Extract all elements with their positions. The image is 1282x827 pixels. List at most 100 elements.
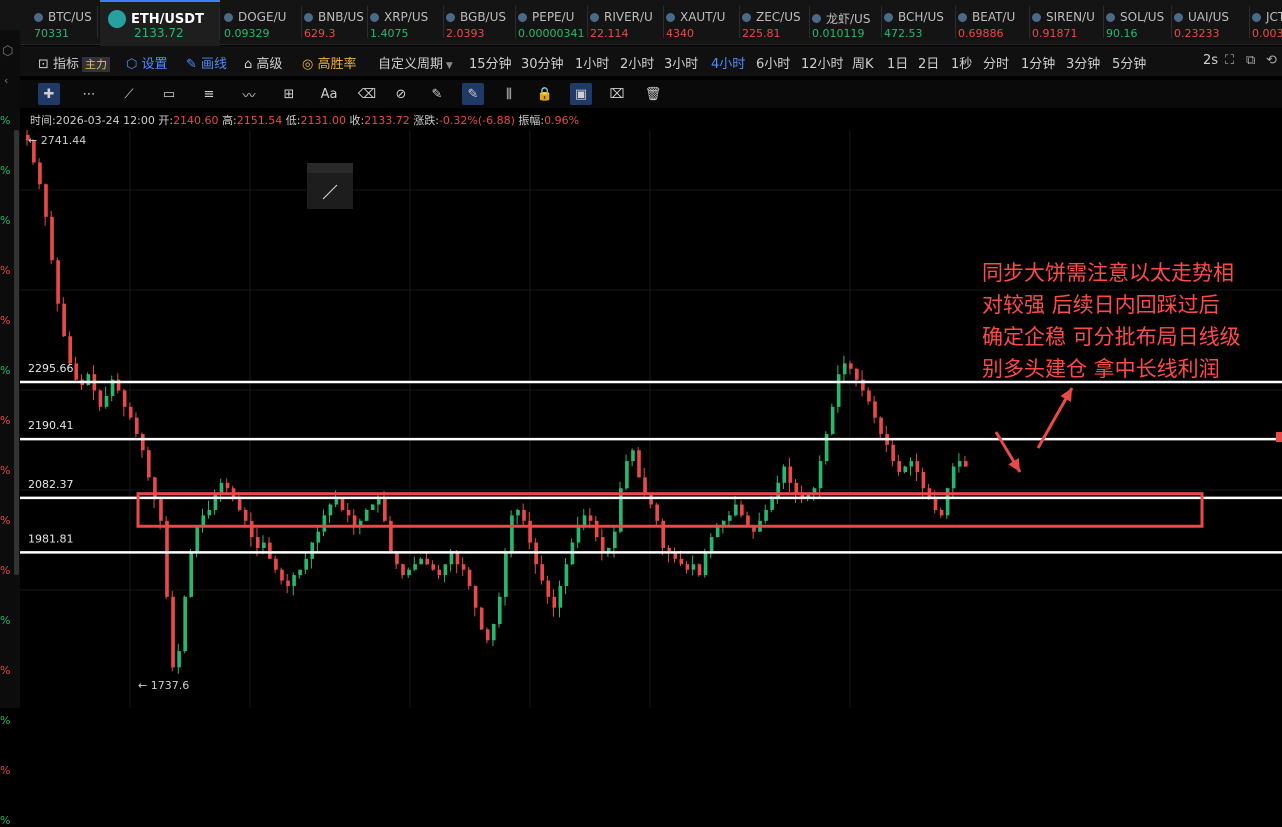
candle-body	[933, 499, 938, 510]
ticker-item[interactable]: SOL/US 90.16	[1106, 0, 1172, 44]
reset-icon[interactable]: ⟲	[1266, 53, 1277, 68]
magnet-icon[interactable]: ⊘	[390, 83, 412, 105]
ticker-item[interactable]: RIVER/U 22.114	[590, 0, 664, 44]
period-tab[interactable]: 1日	[887, 53, 908, 72]
fib-icon[interactable]: ≡	[198, 83, 220, 105]
rectangle-icon[interactable]: ▭	[158, 83, 180, 105]
trash-icon[interactable]: 🗑	[642, 83, 664, 105]
ticker-item[interactable]: XAUT/U 4340	[666, 0, 740, 44]
ticker-item[interactable]: BNB/US 629.3	[304, 0, 368, 44]
ticker-item[interactable]: ZEC/US 225.81	[742, 0, 810, 44]
ticker-symbol: ZEC/US	[756, 10, 801, 24]
period-tab[interactable]: 5分钟	[1112, 53, 1146, 72]
candle-body	[449, 553, 454, 565]
ticker-symbol: XAUT/U	[680, 10, 726, 24]
layers-icon[interactable]: 🔒	[534, 83, 556, 105]
period-tab[interactable]: 分时	[983, 53, 1009, 72]
chevron-left-icon[interactable]: ‹	[4, 74, 8, 87]
ohlc-low: 2131.00	[300, 114, 347, 127]
settings-button[interactable]: ⬡ 设置	[126, 53, 168, 72]
candle-body	[794, 482, 799, 494]
sidebar-scrollbar[interactable]	[14, 130, 19, 575]
coin-icon	[958, 12, 967, 22]
period-tab[interactable]: 1秒	[951, 53, 972, 72]
ticker-item[interactable]: 龙虾/US 0.010119	[812, 0, 882, 44]
price-edge-marker	[1276, 432, 1282, 442]
candle-body	[594, 520, 599, 538]
period-tab[interactable]: 2小时	[620, 53, 654, 72]
fullscreen-icon[interactable]: ⛶	[1225, 53, 1234, 68]
period-tab[interactable]: 周K	[852, 53, 874, 72]
ticker-price: 0.23233	[1174, 27, 1220, 40]
visibility-icon[interactable]: ✎	[462, 83, 484, 105]
ticker-item[interactable]: SIREN/U 0.91871	[1032, 0, 1104, 44]
ticker-item[interactable]: UAI/US 0.23233	[1174, 0, 1250, 44]
candle-body	[510, 515, 514, 554]
period-tab[interactable]: 12小时	[801, 53, 844, 72]
candle-body	[310, 542, 315, 559]
candle-body	[225, 482, 230, 489]
candle-body	[413, 564, 417, 570]
period-tab[interactable]: 6小时	[756, 53, 790, 72]
edit-icon[interactable]: ▣	[570, 83, 592, 105]
candle-body	[286, 580, 290, 586]
lock-icon[interactable]: ⫼	[498, 83, 520, 105]
ticker-symbol: BTC/US	[48, 10, 92, 24]
wave-icon[interactable]: 〰	[238, 83, 260, 105]
candle-body	[915, 461, 920, 472]
period-tab[interactable]: 15分钟	[469, 53, 512, 72]
text-icon[interactable]: Aa	[318, 83, 340, 105]
ticker-item[interactable]: BTC/US 70331	[34, 0, 98, 44]
watchlist-sidebar: ⬡ ‹ %%%%%%%%%%%%%%%	[0, 30, 20, 827]
period-tab[interactable]: 1小时	[575, 53, 609, 72]
ticker-item[interactable]: BCH/US 472.53	[884, 0, 956, 44]
ruler-icon[interactable]: ⋯	[78, 83, 100, 105]
period-tab[interactable]: 1分钟	[1021, 53, 1055, 72]
period-tab[interactable]: 4小时	[711, 53, 745, 72]
delete-icon[interactable]: ⌧	[606, 83, 628, 105]
pencil-icon[interactable]: ✎	[426, 83, 448, 105]
draw-button[interactable]: ✎ 画线	[186, 53, 227, 72]
ohlc-change: -0.32%(-6.88)	[438, 114, 515, 127]
indicator-button[interactable]: ⊡ 指标 主力	[38, 53, 111, 72]
coin-icon	[666, 12, 675, 22]
candle-body	[189, 553, 194, 597]
refresh-interval[interactable]: 2s	[1203, 53, 1218, 68]
change-percent: %	[0, 414, 11, 427]
ticker-symbol: UAI/US	[1188, 10, 1229, 24]
ticker-item[interactable]: BEAT/U 0.69886	[958, 0, 1030, 44]
change-percent: %	[0, 714, 11, 727]
trendline-icon[interactable]: ⟋	[118, 83, 140, 105]
collapse-icon[interactable]: ⬡	[2, 44, 13, 59]
eraser-icon[interactable]: ⌫	[356, 83, 378, 105]
ohlc-close: 2133.72	[364, 114, 410, 127]
period-tab[interactable]: 3分钟	[1066, 53, 1100, 72]
candle-body	[558, 585, 563, 608]
measure-icon[interactable]: ⊞	[278, 83, 300, 105]
candle-body	[461, 564, 466, 570]
advanced-button[interactable]: ⌂ 高级	[244, 53, 282, 72]
candle-body	[383, 499, 387, 521]
candle-body	[498, 596, 502, 624]
period-tab[interactable]: 2日	[918, 53, 939, 72]
floating-draw-widget[interactable]	[307, 163, 353, 209]
ticker-item[interactable]: BGB/US 2.0393	[446, 0, 516, 44]
annotation-line: 同步大饼需注意以太走势相	[982, 261, 1234, 285]
ticker-item[interactable]: JCT 0.00349	[1252, 0, 1282, 44]
ticker-item[interactable]: ETH/USDT 2133.72	[100, 0, 220, 46]
custom-period-dropdown[interactable]: 自定义周期 ▼	[378, 53, 453, 72]
ticker-item[interactable]: PEPE/U 0.00000341	[518, 0, 588, 44]
candle-body	[243, 509, 248, 521]
ticker-item[interactable]: XRP/US 1.4075	[370, 0, 444, 44]
ticker-item[interactable]: DOGE/U 0.09329	[224, 0, 302, 44]
win-rate-button[interactable]: ◎ 高胜率	[302, 53, 357, 72]
candlestick-chart[interactable]: 2295.66 2190.41 2082.37 1981.81 ← 2741.44 ← 1…	[20, 130, 1282, 708]
candle-body	[479, 607, 484, 630]
period-tab[interactable]: 3小时	[664, 53, 698, 72]
candle-body	[255, 537, 260, 548]
period-tab[interactable]: 30分钟	[521, 53, 564, 72]
change-percent: %	[0, 214, 11, 227]
candle-body	[818, 461, 823, 489]
detach-icon[interactable]: ⧉	[1246, 53, 1255, 68]
crosshair-icon[interactable]: ✚	[38, 83, 60, 105]
